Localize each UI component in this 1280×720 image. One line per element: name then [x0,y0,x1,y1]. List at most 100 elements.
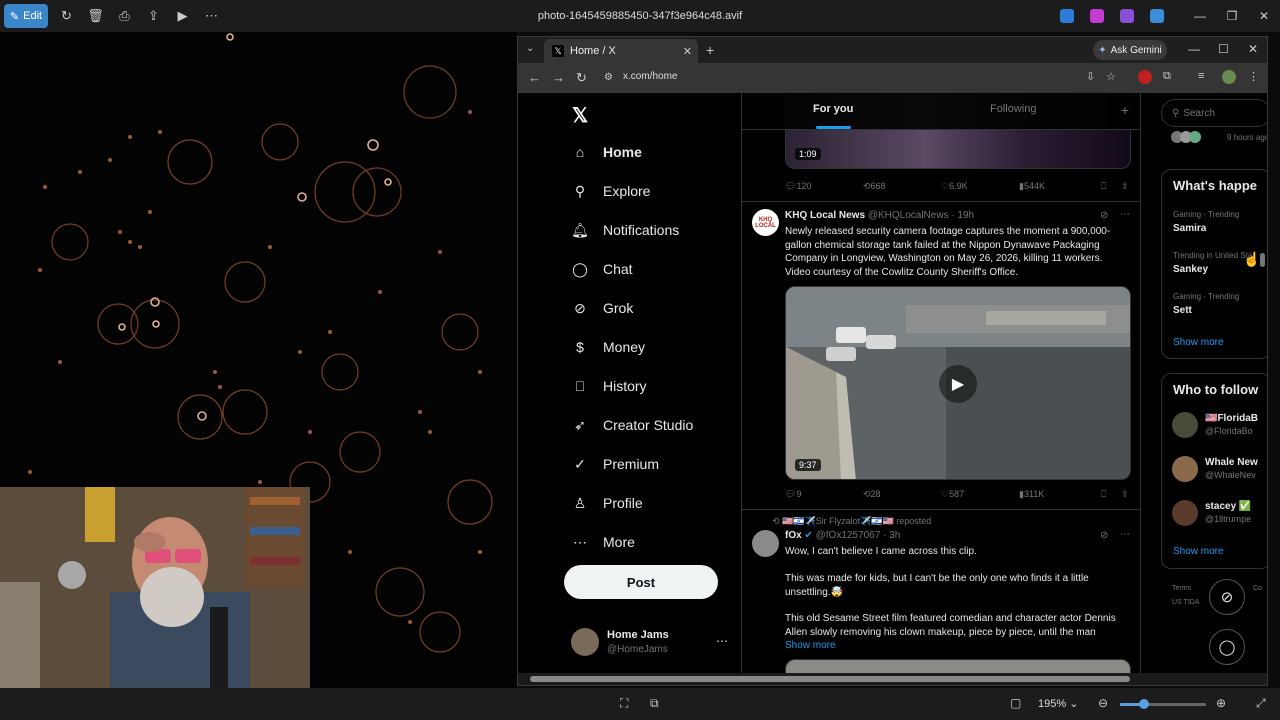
fullscreen-icon[interactable]: ⤢ [1256,696,1266,711]
more-options-icon[interactable]: ⋯ [197,4,226,28]
reply-button[interactable]: 💬︎ 9 [785,489,801,500]
nav-grok[interactable]: ⊘ Grok [571,296,633,320]
image-info-icon[interactable]: ⧉ [650,696,659,711]
bookmark-icon[interactable]: ⎕ [1101,489,1106,500]
rotate-icon[interactable]: ↻ [52,4,81,28]
horizontal-scrollbar[interactable] [518,673,1267,685]
reply-button[interactable]: 💬︎ 120 [785,181,811,192]
add-tab-icon[interactable]: + [1121,102,1129,118]
new-tab-icon[interactable]: + [706,42,714,58]
zoom-out-icon[interactable]: ⊖ [1098,696,1108,710]
print-icon[interactable]: ⎙ [110,4,139,28]
ask-gemini-button[interactable]: ✦ Ask Gemini [1093,40,1167,60]
zoom-slider-thumb[interactable] [1139,699,1150,709]
account-more-icon[interactable]: ⋯ [716,634,728,648]
browser-minimize-icon[interactable]: — [1188,42,1200,56]
forward-icon[interactable]: → [552,70,565,85]
share-icon[interactable]: ⇪ [1121,181,1129,192]
scrollbar-thumb[interactable] [530,676,1130,682]
nav-premium[interactable]: ✓ Premium [571,452,659,476]
tweet-author[interactable]: fOx [785,530,802,541]
repost-button[interactable]: ⟲ 668 [863,181,886,192]
tab-following[interactable]: Following [990,103,1036,115]
url-field[interactable]: x.com/home [623,71,677,82]
nav-history[interactable]: ⎕ History [571,374,647,398]
repost-button[interactable]: ⟲ 28 [863,489,881,500]
media-icon[interactable]: ≡ [1198,70,1204,82]
video-thumbnail[interactable]: ▶ 9:37 [785,286,1131,480]
fit-screen-icon[interactable]: ⛶ [620,696,628,711]
browser-tab[interactable]: 𝕏 Home / X ✕ [544,39,698,63]
minimize-icon[interactable]: — [1184,9,1216,23]
adblock-icon[interactable] [1138,70,1152,84]
share-icon[interactable]: ⇪ [139,4,168,28]
views-button[interactable]: ▮ 311K [1019,489,1044,500]
search-input[interactable]: ⚲ Search [1161,99,1267,127]
play-icon[interactable]: ▶ [939,365,977,403]
messages-fab-icon[interactable]: ◯ [1209,629,1245,665]
video-thumbnail[interactable] [785,659,1131,673]
footer-link[interactable]: US TIDA [1172,599,1200,606]
install-icon[interactable]: ⇩ [1086,70,1095,83]
nav-chat[interactable]: ◯ Chat [571,257,632,281]
browser-close-icon[interactable]: ✕ [1248,42,1258,56]
nav-profile[interactable]: ♙ Profile [571,491,643,515]
grok-icon[interactable]: ⊘ [1100,530,1108,541]
like-button[interactable]: ♡ 6.9K [941,181,968,192]
tweet-author[interactable]: KHQ Local News [785,210,865,221]
app-icon-1[interactable] [1060,9,1074,23]
zoom-level[interactable]: 195% ⌄ [1038,697,1078,710]
close-icon[interactable]: ✕ [1248,9,1280,23]
avatar[interactable] [752,530,779,557]
account-switcher[interactable]: Home Jams @HomeJams ⋯ [571,628,728,656]
show-more-link[interactable]: Show more [785,639,1130,653]
tab-close-icon[interactable]: ✕ [683,45,692,58]
browser-maximize-icon[interactable]: ☐ [1218,42,1229,56]
show-more-link[interactable]: Show more [1173,546,1224,557]
tweet-handle-time[interactable]: @KHQLocalNews · 19h [868,210,974,221]
post-button[interactable]: Post [564,565,718,599]
actual-size-icon[interactable]: ▢ [1010,696,1021,710]
repost-line[interactable]: ⟲ 🇺🇸🇮🇱✈️Sir Flyzalot✈️🇮🇱🇺🇸 reposted [772,516,931,527]
restore-icon[interactable]: ❐ [1216,9,1248,23]
nav-notifications[interactable]: 🔔︎ Notifications [571,218,679,242]
views-button[interactable]: ▮ 544K [1019,181,1045,192]
tweet-handle-time[interactable]: @fOx1257067 · 3h [816,530,901,541]
reload-icon[interactable]: ↻ [576,70,587,86]
nav-more[interactable]: ⋯ More [571,530,635,554]
vertical-scrollbar[interactable] [1260,95,1265,673]
bookmark-star-icon[interactable]: ☆ [1106,70,1116,83]
back-icon[interactable]: ← [528,70,541,85]
zoom-slider[interactable] [1120,699,1206,709]
scrollbar-thumb[interactable] [1260,253,1265,267]
avatar[interactable]: KHQ LOCAL [752,209,779,236]
bookmark-icon[interactable]: ⎕ [1101,181,1106,192]
like-button[interactable]: ♡ 587 [941,489,964,500]
more-options-icon[interactable]: ⋯ [1120,209,1130,220]
share-icon[interactable]: ⇪ [1121,489,1129,500]
show-more-link[interactable]: Show more [1173,337,1224,348]
delete-icon[interactable]: 🗑 [81,4,110,28]
tab-for-you[interactable]: For you [813,103,853,115]
nav-creator-studio[interactable]: ➶ Creator Studio [571,413,693,437]
edit-button[interactable]: ✎ Edit [4,4,48,28]
grok-fab-icon[interactable]: ⊘ [1209,579,1245,615]
site-info-icon[interactable]: ⚙ [604,72,613,83]
extensions-icon[interactable]: ⧉ [1163,70,1171,83]
more-options-icon[interactable]: ⋯ [1120,529,1130,540]
zoom-in-icon[interactable]: ⊕ [1216,696,1226,710]
nav-money[interactable]: $ Money [571,335,645,359]
x-logo-icon[interactable]: 𝕏 [572,103,588,128]
tab-search-icon[interactable]: ⌄ [526,43,534,54]
app-icon-3[interactable] [1120,9,1134,23]
app-icon-4[interactable] [1150,9,1164,23]
slideshow-icon[interactable]: ▶ [168,4,197,28]
nav-explore[interactable]: ⚲ Explore [571,179,651,203]
profile-avatar-icon[interactable] [1222,70,1236,84]
grok-icon[interactable]: ⊘ [1100,210,1108,221]
nav-home[interactable]: ⌂ Home [571,140,642,164]
app-icon-2[interactable] [1090,9,1104,23]
divider [742,201,1140,202]
browser-menu-icon[interactable]: ⋮ [1248,70,1259,83]
footer-terms-link[interactable]: Terms [1172,585,1191,592]
